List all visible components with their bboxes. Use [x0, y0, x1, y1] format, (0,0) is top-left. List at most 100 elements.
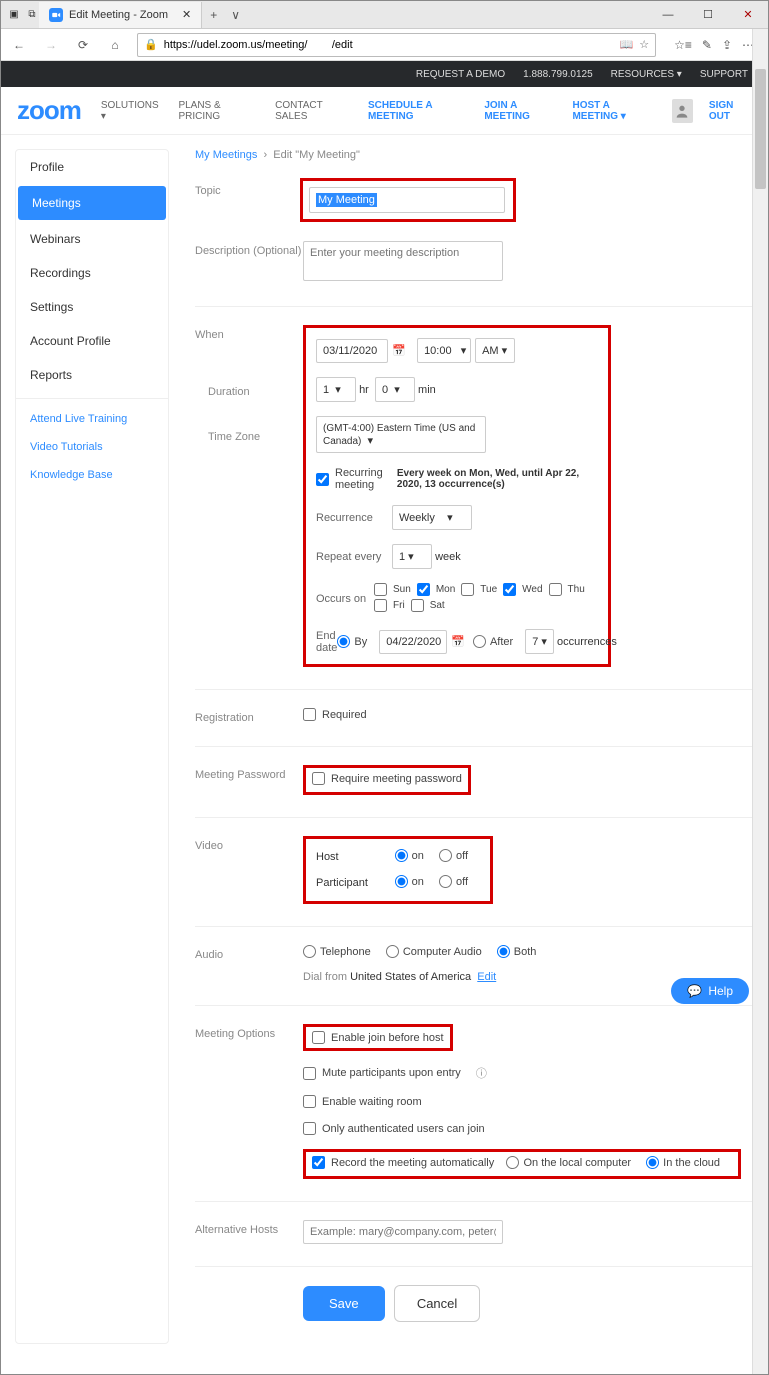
label-password: Meeting Password [195, 765, 303, 781]
end-by-date-input[interactable]: 04/22/2020 [379, 630, 447, 654]
info-icon[interactable]: ⓘ [476, 1065, 487, 1081]
video-part-off[interactable]: off [439, 875, 468, 888]
end-by-radio[interactable]: By [337, 635, 367, 648]
nav-forward-button[interactable]: → [41, 38, 61, 52]
sys-icon-2: ⧉ [25, 9, 39, 21]
day-sat[interactable]: Sat [411, 599, 445, 612]
day-tue[interactable]: Tue [461, 583, 497, 596]
notes-icon[interactable]: ✎ [702, 38, 712, 52]
sidebar-item-account-profile[interactable]: Account Profile [16, 324, 168, 358]
nav-solutions[interactable]: SOLUTIONS ▾ [101, 100, 161, 122]
nav-home-button[interactable]: ⌂ [105, 38, 125, 52]
end-after-radio[interactable]: After [473, 635, 513, 648]
require-password-checkbox[interactable]: Require meeting password [312, 772, 462, 785]
share-icon[interactable]: ⇪ [722, 38, 732, 52]
end-after-val[interactable]: 7 ▾ [525, 629, 554, 654]
repeat-val-select[interactable]: 1 ▾ [392, 544, 432, 569]
nav-join-meeting[interactable]: JOIN A MEETING [484, 100, 556, 122]
day-fri[interactable]: Fri [374, 599, 405, 612]
new-tab-button[interactable]: + [202, 8, 225, 22]
sidebar-link-kb[interactable]: Knowledge Base [16, 461, 168, 489]
audio-computer[interactable]: Computer Audio [386, 945, 482, 958]
cancel-button[interactable]: Cancel [394, 1285, 480, 1322]
zoom-logo[interactable]: zoom [17, 95, 81, 126]
registration-required-checkbox[interactable]: Required [303, 708, 367, 721]
sidebar-item-webinars[interactable]: Webinars [16, 222, 168, 256]
label-options: Meeting Options [195, 1024, 303, 1040]
when-time-select[interactable]: 10:00 ▾ [417, 338, 471, 363]
label-topic: Topic [195, 181, 303, 197]
window-maximize-button[interactable]: ☐ [688, 1, 728, 29]
tabs-overflow-icon[interactable]: ∨ [225, 8, 246, 22]
tab-close-icon[interactable]: ✕ [182, 8, 191, 21]
zoom-favicon [49, 8, 63, 22]
day-wed[interactable]: Wed [503, 583, 542, 596]
request-demo-link[interactable]: REQUEST A DEMO [416, 69, 505, 80]
video-host-label: Host [316, 851, 339, 863]
opt-mute[interactable]: Mute participants upon entry ⓘ [303, 1065, 754, 1081]
when-date-input[interactable]: 03/11/2020 [316, 339, 388, 363]
recurrence-select[interactable]: Weekly ▾ [392, 505, 472, 530]
label-repeat: Repeat every [316, 551, 392, 563]
opt-record-local[interactable]: On the local computer [506, 1156, 631, 1169]
opt-record-cloud[interactable]: In the cloud [646, 1156, 720, 1169]
save-button[interactable]: Save [303, 1286, 385, 1321]
opt-join-before-host[interactable]: Enable join before host [312, 1031, 444, 1044]
label-althosts: Alternative Hosts [195, 1220, 303, 1236]
audio-both[interactable]: Both [497, 945, 537, 958]
recurring-checkbox[interactable]: Recurring meeting [316, 467, 391, 491]
nav-back-button[interactable]: ← [9, 38, 29, 52]
duration-hr-select[interactable]: 1 ▾ [316, 377, 356, 402]
sidebar-link-training[interactable]: Attend Live Training [16, 405, 168, 433]
sidebar-item-reports[interactable]: Reports [16, 358, 168, 392]
help-widget[interactable]: 💬 Help [671, 978, 749, 1004]
browser-tab[interactable]: Edit Meeting - Zoom ✕ [39, 2, 202, 28]
sidebar-item-recordings[interactable]: Recordings [16, 256, 168, 290]
label-when: When [195, 325, 303, 341]
sidebar-link-tutorials[interactable]: Video Tutorials [16, 433, 168, 461]
nav-refresh-button[interactable]: ⟳ [73, 38, 93, 52]
opt-record[interactable]: Record the meeting automatically [312, 1156, 494, 1169]
calendar-icon-2[interactable] [451, 635, 465, 649]
opt-waiting-room[interactable]: Enable waiting room [303, 1095, 754, 1108]
sidebar-item-meetings[interactable]: Meetings [18, 186, 166, 220]
favorite-icon[interactable]: ☆ [639, 38, 649, 51]
video-host-off[interactable]: off [439, 849, 468, 862]
description-input[interactable] [303, 241, 503, 281]
day-sun[interactable]: Sun [374, 583, 411, 596]
window-minimize-button[interactable]: — [648, 1, 688, 29]
url-input[interactable] [164, 39, 614, 51]
nav-sign-out[interactable]: SIGN OUT [709, 100, 752, 122]
chat-icon: 💬 [687, 984, 702, 998]
topic-input[interactable]: My Meeting [309, 187, 505, 213]
opt-auth-users[interactable]: Only authenticated users can join [303, 1122, 754, 1135]
nav-host-meeting[interactable]: HOST A MEETING ▾ [572, 100, 655, 122]
sidebar-item-settings[interactable]: Settings [16, 290, 168, 324]
nav-schedule-meeting[interactable]: SCHEDULE A MEETING [368, 100, 468, 122]
sidebar-item-profile[interactable]: Profile [16, 150, 168, 184]
url-field[interactable]: 🔒 📖 ☆ [137, 33, 656, 57]
althosts-input[interactable] [303, 1220, 503, 1244]
page-scrollbar[interactable] [752, 29, 768, 1374]
days-row: Sun Mon Tue Wed Thu Fri Sat [374, 583, 598, 615]
video-host-on[interactable]: on [395, 849, 424, 862]
audio-telephone[interactable]: Telephone [303, 945, 371, 958]
video-part-on[interactable]: on [395, 875, 424, 888]
dial-edit-link[interactable]: Edit [477, 971, 496, 983]
reader-icon[interactable]: 📖 [620, 38, 634, 51]
nav-contact[interactable]: CONTACT SALES [275, 100, 350, 122]
breadcrumb-root[interactable]: My Meetings [195, 149, 257, 161]
timezone-select[interactable]: (GMT-4:00) Eastern Time (US and Canada) … [316, 416, 486, 453]
when-ampm-select[interactable]: AM ▾ [475, 338, 515, 363]
support-link[interactable]: SUPPORT [700, 69, 748, 80]
calendar-icon[interactable] [392, 344, 406, 358]
day-thu[interactable]: Thu [549, 583, 585, 596]
avatar[interactable] [672, 99, 693, 123]
label-timezone: Time Zone [208, 427, 316, 443]
day-mon[interactable]: Mon [417, 583, 455, 596]
favorites-list-icon[interactable]: ☆≡ [674, 38, 692, 52]
duration-min-select[interactable]: 0 ▾ [375, 377, 415, 402]
nav-plans[interactable]: PLANS & PRICING [178, 100, 257, 122]
resources-link[interactable]: RESOURCES ▾ [611, 69, 682, 80]
window-close-button[interactable]: ✕ [728, 1, 768, 29]
